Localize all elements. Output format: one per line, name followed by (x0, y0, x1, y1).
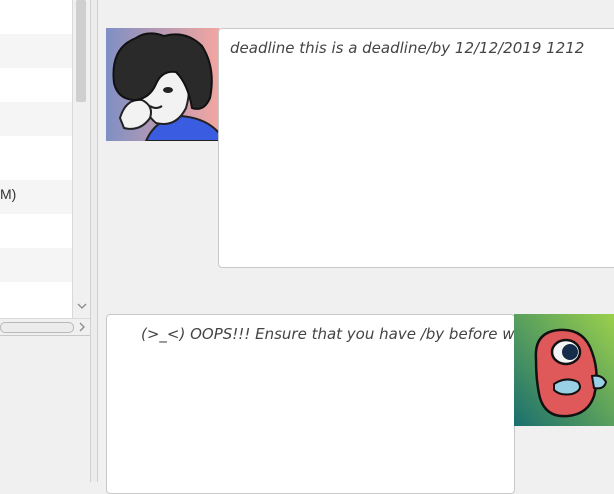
bot-avatar (514, 314, 614, 426)
list-item[interactable] (0, 136, 72, 170)
list-item[interactable] (0, 68, 72, 102)
horizontal-scrollbar[interactable] (0, 318, 90, 335)
chevron-down-icon[interactable] (77, 302, 87, 312)
list-item[interactable]: M) (0, 180, 72, 214)
task-list[interactable]: M) (0, 0, 72, 318)
user-message-bubble[interactable]: deadline this is a deadline/by 12/12/201… (218, 28, 614, 268)
list-item[interactable] (0, 248, 72, 282)
bot-message-text: (>_<) OOPS!!! Ensure that you have /by b… (141, 325, 515, 343)
list-item[interactable] (0, 214, 72, 248)
split-pane-divider[interactable] (90, 0, 98, 482)
list-item[interactable] (0, 34, 72, 68)
chevron-right-icon[interactable] (78, 321, 88, 333)
list-item-text: M) (0, 186, 17, 202)
left-bottom-panel (0, 335, 90, 483)
user-avatar (106, 28, 219, 141)
vertical-scrollbar-thumb[interactable] (76, 0, 86, 102)
horizontal-scrollbar-thumb[interactable] (0, 322, 74, 333)
bot-message-bubble[interactable]: (>_<) OOPS!!! Ensure that you have /by b… (106, 314, 515, 494)
list-item[interactable] (0, 282, 72, 316)
list-item[interactable] (0, 0, 72, 34)
list-item[interactable] (0, 102, 72, 136)
vertical-scrollbar[interactable] (72, 0, 90, 318)
user-message-text: deadline this is a deadline/by 12/12/201… (230, 39, 585, 57)
